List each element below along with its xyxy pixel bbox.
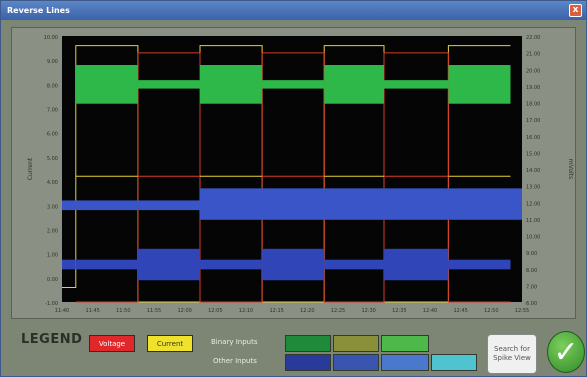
y-right-tick: 10.00 (526, 235, 540, 241)
other-input-band-lower (384, 248, 449, 281)
y-left-tick: 2.00 (47, 228, 58, 234)
x-tick: 11:50 (116, 308, 130, 314)
y-right-tick: 20.00 (526, 68, 540, 74)
x-tick: 11:55 (147, 308, 161, 314)
checkmark-icon[interactable]: ✓ (547, 331, 585, 373)
y-right-tick: 18.00 (526, 102, 540, 108)
other-swatch-3 (381, 354, 429, 371)
other-swatch-4 (431, 354, 477, 371)
y-right-label: mVolts (567, 159, 574, 179)
search-spike-view-button[interactable]: Search for Spike View (487, 334, 537, 374)
binary-input-band (137, 80, 200, 89)
binary-input-band (262, 80, 325, 89)
current-legend: Current (147, 335, 193, 352)
y-left-tick: 4.00 (47, 180, 58, 186)
y-left-tick: 0.00 (47, 277, 58, 283)
legend-title: LEGEND (21, 332, 83, 347)
x-tick: 12:50 (484, 308, 498, 314)
x-tick: 12:00 (177, 308, 191, 314)
binary-input-band (448, 65, 511, 104)
other-swatch-2 (333, 354, 379, 371)
other-input-band-lower (324, 259, 384, 270)
y-left-tick: 7.00 (47, 108, 58, 114)
y-right-tick: 22.00 (526, 35, 540, 41)
y-right-tick: 13.00 (526, 185, 540, 191)
y-left-tick: 5.00 (47, 156, 58, 162)
y-right-tick: 17.00 (526, 118, 540, 124)
x-tick: 11:45 (85, 308, 99, 314)
y-left-tick: 9.00 (47, 59, 58, 65)
y-left-tick: 8.00 (47, 83, 58, 89)
window: Reverse Lines x 10.00 9.00 8.00 7.00 6.00 5.0… (0, 0, 587, 377)
y-right-tick: 14.00 (526, 168, 540, 174)
binary-swatch-3 (381, 335, 429, 352)
other-input-band-upper-thick (200, 188, 522, 220)
other-input-band-lower (200, 259, 263, 270)
y-right-tick: 8.00 (526, 268, 537, 274)
other-input-band-lower (62, 259, 76, 270)
x-tick: 12:30 (361, 308, 375, 314)
y-left-label: Current (27, 157, 34, 180)
x-tick: 12:25 (331, 308, 345, 314)
chart-panel: 10.00 9.00 8.00 7.00 6.00 5.00 4.00 3.00 2.00 1.0… (11, 27, 576, 319)
x-tick: 12:15 (269, 308, 283, 314)
binary-input-band (75, 65, 138, 104)
y-right-tick: 7.00 (526, 284, 537, 290)
binary-swatch-1 (285, 335, 331, 352)
chart-svg: 10.00 9.00 8.00 7.00 6.00 5.00 4.00 3.00 2.00 1.0… (27, 35, 574, 314)
legend: LEGEND Voltage Current Binary Inputs Oth… (1, 319, 586, 377)
y-right-tick: 19.00 (526, 85, 540, 91)
y-right-tick: 11.00 (526, 218, 540, 224)
y-left-tick: 3.00 (47, 204, 58, 210)
close-button[interactable]: x (569, 4, 582, 17)
title-bar: Reverse Lines x (1, 1, 586, 20)
y-right-tick: 16.00 (526, 135, 540, 141)
y-left-tick: -1.00 (45, 301, 58, 307)
other-input-band-lower (262, 248, 325, 281)
other-input-band-lower (137, 248, 200, 281)
x-tick: 11:40 (55, 308, 69, 314)
y-right-tick: 15.00 (526, 151, 540, 157)
binary-input-band (384, 80, 449, 89)
x-tick: 12:40 (423, 308, 437, 314)
binary-input-band (324, 65, 384, 104)
binary-input-band (200, 65, 263, 104)
other-inputs-label: Other Inputs (213, 357, 257, 365)
binary-swatch-2 (333, 335, 379, 352)
y-left-tick: 6.00 (47, 132, 58, 138)
y-right-tick: 6.00 (526, 301, 537, 307)
other-input-band-lower (448, 259, 511, 270)
y-right-tick: 9.00 (526, 251, 537, 257)
window-title: Reverse Lines (7, 6, 70, 15)
x-tick: 12:45 (453, 308, 467, 314)
y-right-tick: 12.00 (526, 201, 540, 207)
x-tick: 12:20 (300, 308, 314, 314)
x-tick: 12:05 (208, 308, 222, 314)
voltage-legend: Voltage (89, 335, 135, 352)
y-left-tick: 10.00 (44, 35, 58, 41)
y-left-tick: 1.00 (47, 253, 58, 259)
x-tick: 12:35 (392, 308, 406, 314)
other-input-band-upper (62, 200, 200, 211)
other-swatch-1 (285, 354, 331, 371)
x-tick: 12:55 (515, 308, 529, 314)
y-right-tick: 21.00 (526, 52, 540, 58)
other-input-band-lower (75, 259, 138, 270)
binary-inputs-label: Binary Inputs (211, 338, 258, 346)
x-tick: 12:10 (239, 308, 253, 314)
